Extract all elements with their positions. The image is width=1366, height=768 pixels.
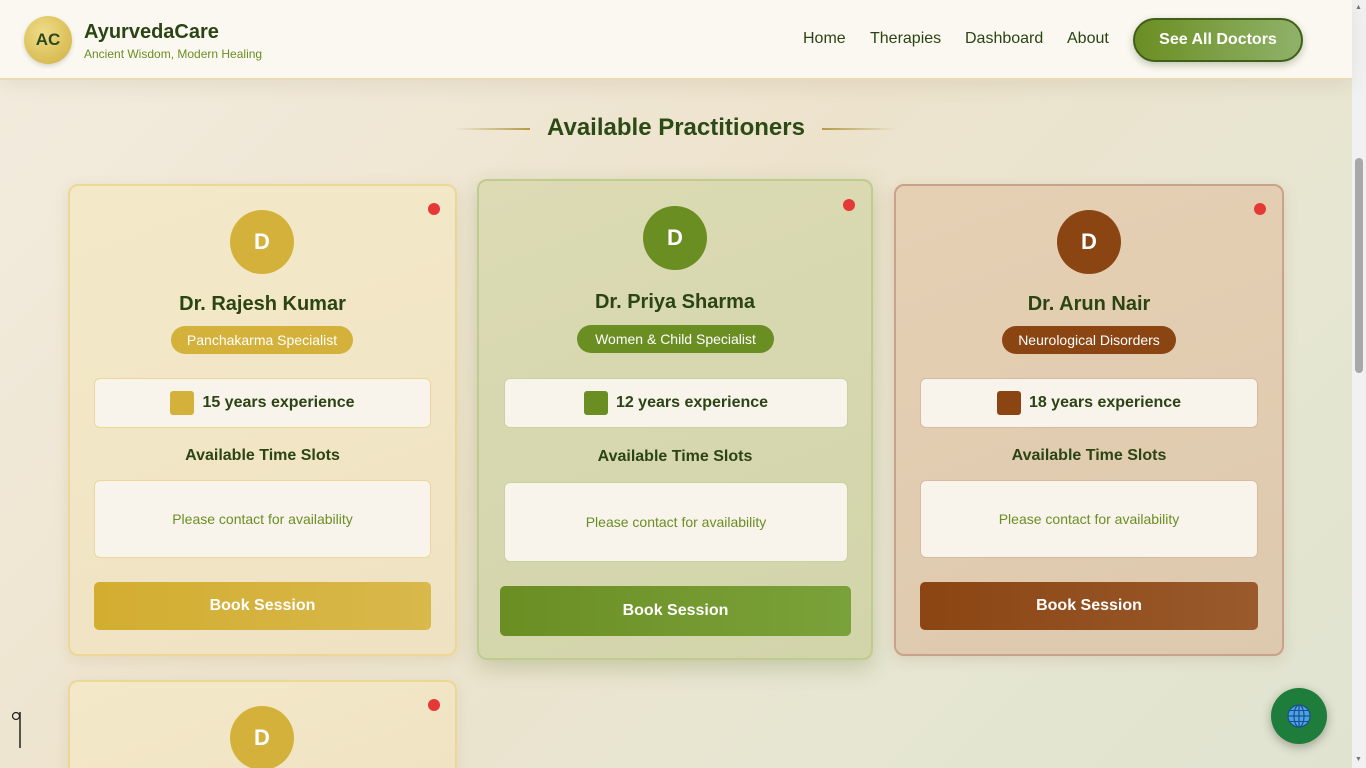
nav-about[interactable]: About <box>1067 30 1109 48</box>
nav-home[interactable]: Home <box>803 30 846 48</box>
experience-icon <box>996 391 1021 415</box>
language-globe-button[interactable] <box>1271 688 1327 744</box>
scrollbar-thumb[interactable] <box>1355 158 1363 373</box>
nav-dashboard[interactable]: Dashboard <box>965 30 1043 48</box>
brand-tagline: Ancient Wisdom, Modern Healing <box>84 47 263 61</box>
doctor-name: Dr. Priya Sharma <box>594 291 756 313</box>
status-dot <box>843 199 855 211</box>
slots-title: Available Time Slots <box>185 447 340 464</box>
book-session-button[interactable]: Book Session <box>94 582 431 630</box>
doctor-name: Dr. Arun Nair <box>1027 293 1151 315</box>
globe-icon <box>1287 704 1311 728</box>
doctor-avatar: D <box>1057 210 1121 274</box>
brand-name[interactable]: AyurvedaCare <box>84 21 219 44</box>
scrollbar-track[interactable] <box>1352 0 1366 768</box>
experience-icon <box>170 391 195 415</box>
status-dot <box>428 203 440 215</box>
doctor-avatar: D <box>230 706 294 768</box>
book-session-button[interactable]: Book Session <box>920 582 1258 630</box>
slots-title: Available Time Slots <box>597 448 753 465</box>
text-cursor-icon <box>12 711 21 748</box>
section-title: Available Practitioners <box>547 114 805 141</box>
experience-box: 15 years experience <box>94 378 431 428</box>
nav-therapies[interactable]: Therapies <box>870 30 941 48</box>
title-divider-right <box>822 128 897 130</box>
doctor-card: D <box>68 680 457 768</box>
experience-text: 15 years experience <box>202 394 355 411</box>
experience-text: 18 years experience <box>1028 394 1182 411</box>
site-header: AC AyurvedaCare Ancient Wisdom, Modern H… <box>0 0 1352 80</box>
scroll-up-arrow-icon[interactable]: ▲ <box>1355 4 1362 11</box>
experience-text: 12 years experience <box>615 394 769 411</box>
status-dot <box>1254 203 1266 215</box>
doctor-card: D Dr. Arun Nair Neurological Disorders 1… <box>894 184 1284 656</box>
slots-box: Please contact for availability <box>94 480 431 558</box>
slots-box: Please contact for availability <box>920 480 1258 558</box>
experience-icon <box>583 391 608 415</box>
doctor-avatar: D <box>230 210 294 274</box>
slots-title: Available Time Slots <box>1011 447 1167 464</box>
status-dot <box>428 699 440 711</box>
doctor-card: D Dr. Rajesh Kumar Panchakarma Specialis… <box>68 184 457 656</box>
experience-box: 18 years experience <box>920 378 1258 428</box>
doctor-name: Dr. Rajesh Kumar <box>179 293 346 315</box>
specialty-badge: Neurological Disorders <box>1002 326 1176 354</box>
logo[interactable]: AC <box>24 16 72 64</box>
doctor-card: D Dr. Priya Sharma Women & Child Special… <box>477 179 873 660</box>
specialty-badge: Women & Child Specialist <box>577 325 774 353</box>
scroll-down-arrow-icon[interactable]: ▼ <box>1355 756 1362 763</box>
see-all-doctors-button[interactable]: See All Doctors <box>1133 18 1303 62</box>
book-session-button[interactable]: Book Session <box>500 586 851 636</box>
slots-box: Please contact for availability <box>504 482 848 562</box>
specialty-badge: Panchakarma Specialist <box>171 326 353 354</box>
doctor-avatar: D <box>643 206 707 270</box>
experience-box: 12 years experience <box>504 378 848 428</box>
